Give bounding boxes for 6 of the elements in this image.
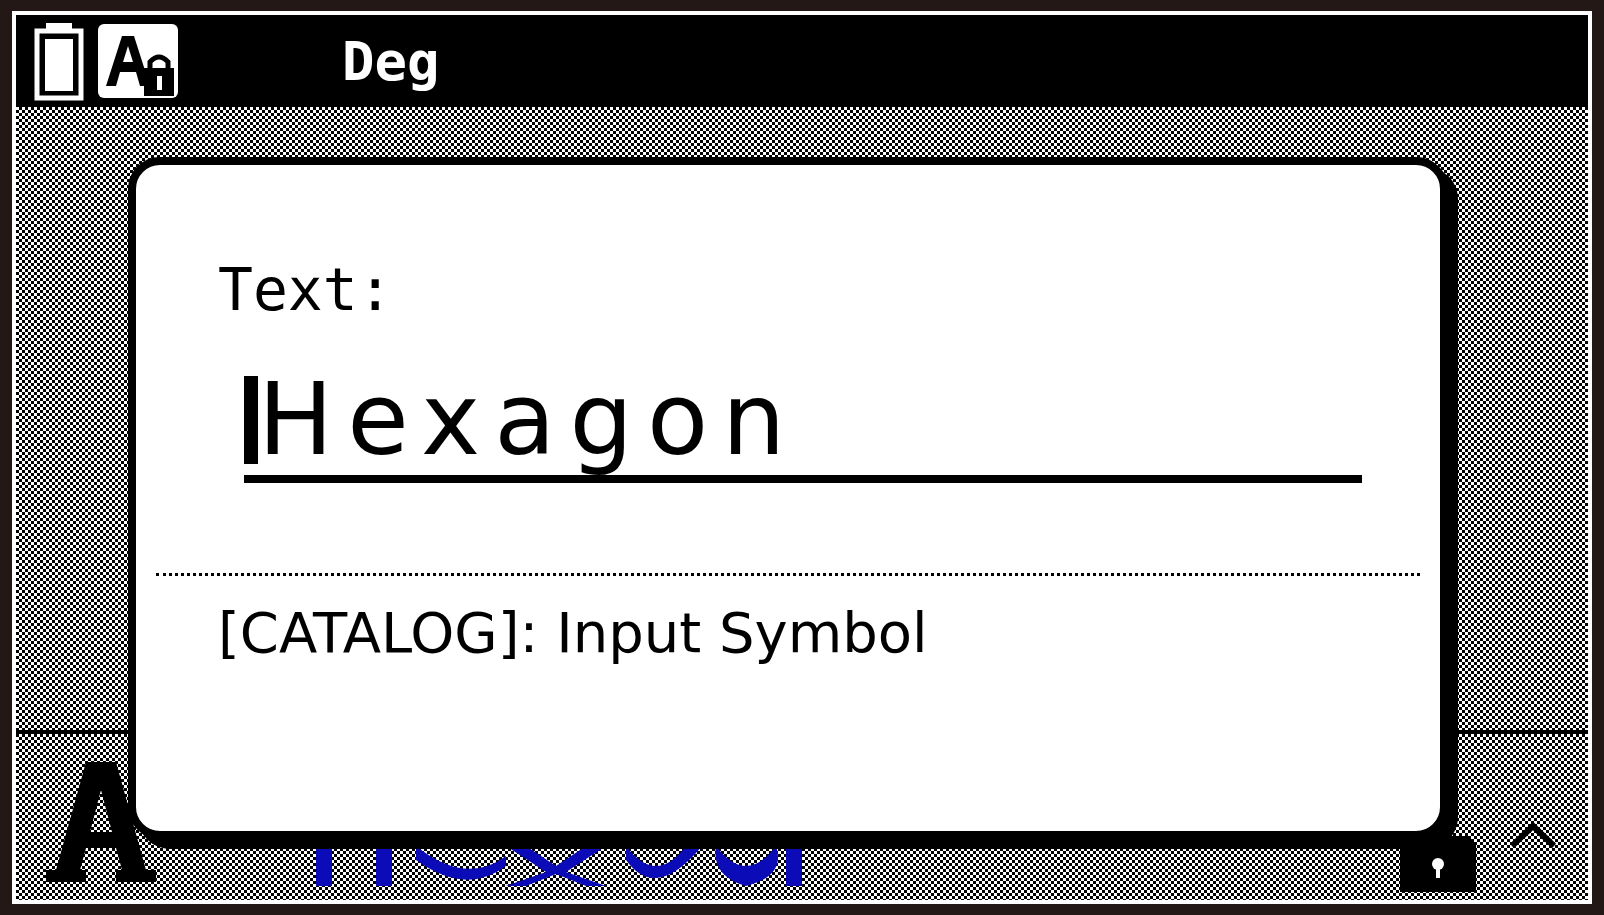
caret-up-icon[interactable]: [1508, 820, 1558, 850]
angle-unit: Deg: [342, 29, 440, 93]
battery-icon: [34, 21, 84, 101]
text-field[interactable]: Hexagon: [244, 365, 1362, 483]
hint-text: [CATALOG]: Input Symbol: [218, 599, 929, 667]
field-label: Text:: [218, 255, 394, 325]
